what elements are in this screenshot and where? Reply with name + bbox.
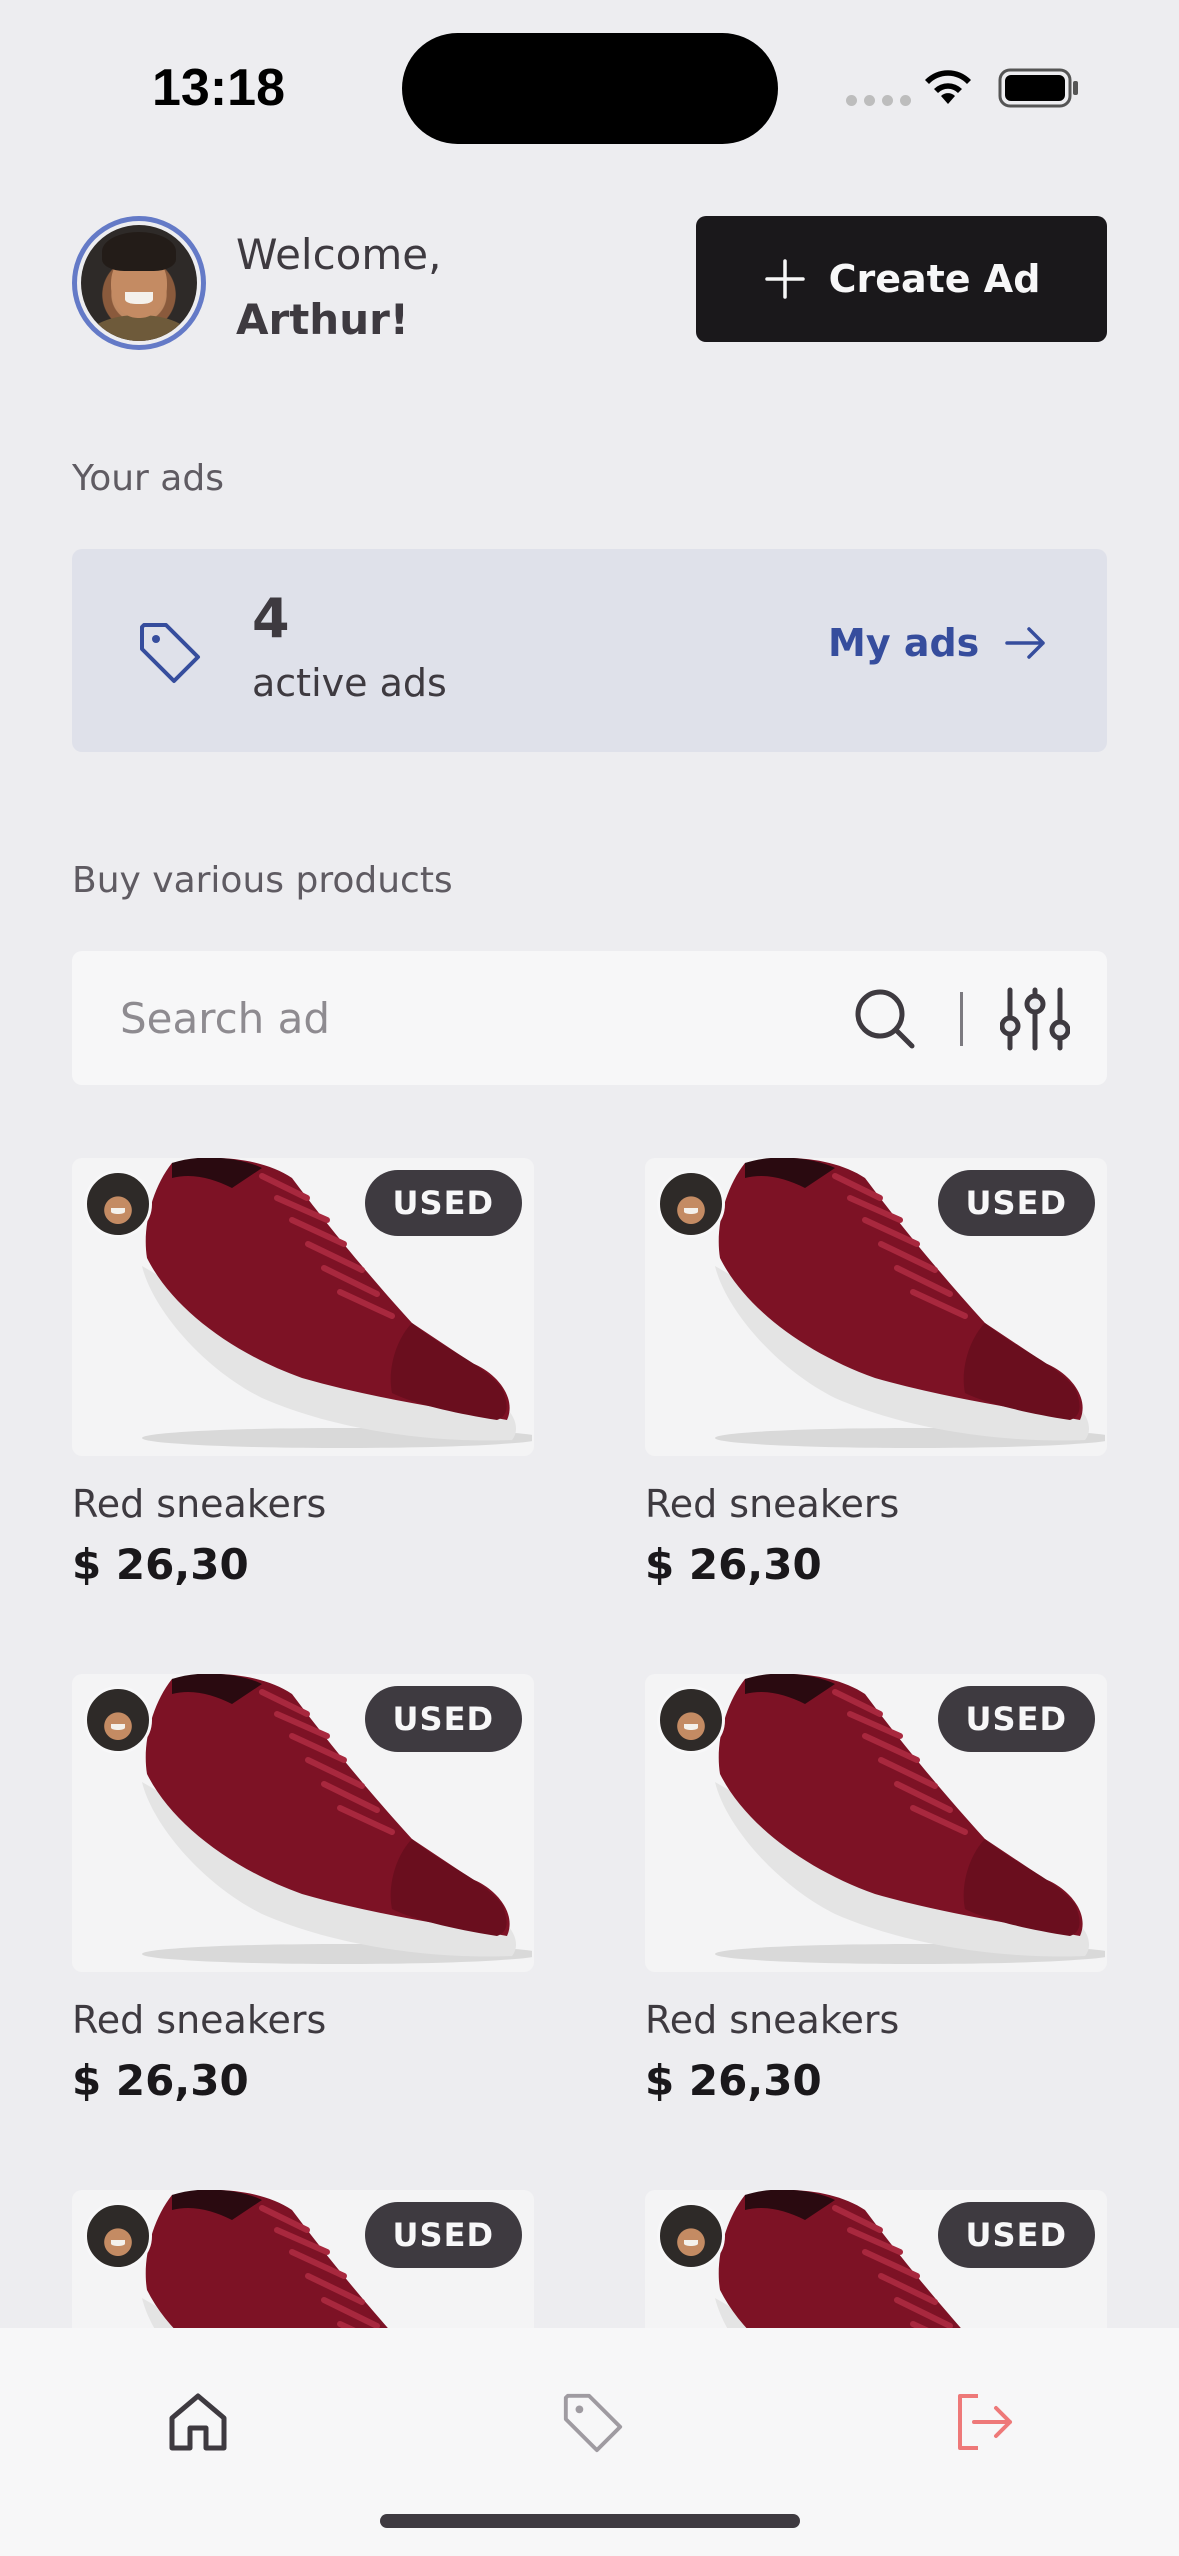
active-ads-label: active ads bbox=[252, 661, 447, 705]
seller-avatar bbox=[84, 1686, 152, 1754]
product-name: Red sneakers bbox=[645, 1482, 900, 1526]
battery-icon bbox=[998, 68, 1078, 108]
condition-badge: USED bbox=[937, 1686, 1095, 1752]
product-name: Red sneakers bbox=[72, 1482, 327, 1526]
product-card[interactable]: USED Red sneakers $ 26,30 bbox=[645, 1674, 1107, 2105]
active-ads-card[interactable]: 4 active ads My ads bbox=[72, 549, 1107, 752]
welcome-message: Welcome, Arthur! bbox=[236, 222, 441, 352]
home-icon[interactable] bbox=[166, 2390, 230, 2454]
search-icon[interactable] bbox=[852, 986, 918, 1052]
product-price: $ 26,30 bbox=[645, 1540, 822, 1589]
seller-avatar bbox=[657, 1686, 725, 1754]
product-image: USED bbox=[72, 1158, 534, 1456]
cellular-signal-icon bbox=[846, 95, 911, 106]
user-photo bbox=[81, 225, 197, 341]
active-ads-count: 4 bbox=[252, 587, 290, 650]
seller-avatar bbox=[84, 2202, 152, 2270]
user-avatar[interactable] bbox=[72, 216, 206, 350]
search-box bbox=[72, 951, 1107, 1085]
condition-badge: USED bbox=[364, 1686, 522, 1752]
product-name: Red sneakers bbox=[645, 1998, 900, 2042]
create-ad-label: Create Ad bbox=[828, 257, 1041, 301]
your-ads-heading: Your ads bbox=[72, 458, 224, 499]
plus-icon bbox=[764, 259, 805, 299]
seller-avatar bbox=[657, 2202, 725, 2270]
condition-badge: USED bbox=[364, 2202, 522, 2268]
product-image: USED bbox=[645, 1674, 1107, 1972]
product-card[interactable]: USED Red sneakers $ 26,30 bbox=[72, 1158, 534, 1589]
seller-avatar bbox=[84, 1170, 152, 1238]
product-price: $ 26,30 bbox=[645, 2056, 822, 2105]
create-ad-button[interactable]: Create Ad bbox=[696, 216, 1107, 342]
search-input[interactable] bbox=[120, 985, 820, 1051]
product-image: USED bbox=[645, 1158, 1107, 1456]
product-price: $ 26,30 bbox=[72, 2056, 249, 2105]
product-card[interactable]: USED Red sneakers $ 26,30 bbox=[72, 1674, 534, 2105]
tag-icon bbox=[140, 623, 200, 683]
status-bar: 13:18 bbox=[0, 0, 1179, 150]
product-card[interactable]: USED Red sneakers $ 26,30 bbox=[645, 1158, 1107, 1589]
status-time: 13:18 bbox=[152, 59, 285, 117]
product-image: USED bbox=[72, 1674, 534, 1972]
seller-avatar bbox=[657, 1170, 725, 1238]
home-indicator bbox=[380, 2514, 800, 2528]
product-name: Red sneakers bbox=[72, 1998, 327, 2042]
arrow-right-icon bbox=[1005, 627, 1046, 659]
tag-icon[interactable] bbox=[560, 2390, 626, 2456]
dynamic-island bbox=[402, 33, 778, 144]
search-divider bbox=[960, 992, 963, 1046]
product-price: $ 26,30 bbox=[72, 1540, 249, 1589]
sign-out-icon[interactable] bbox=[952, 2390, 1016, 2454]
browse-heading: Buy various products bbox=[72, 860, 453, 901]
greeting-text: Welcome, bbox=[236, 230, 442, 279]
filter-icon[interactable] bbox=[1000, 986, 1070, 1052]
wifi-icon bbox=[925, 70, 971, 104]
condition-badge: USED bbox=[364, 1170, 522, 1236]
condition-badge: USED bbox=[937, 2202, 1095, 2268]
my-ads-label: My ads bbox=[828, 621, 980, 665]
user-name: Arthur! bbox=[236, 295, 409, 344]
my-ads-link[interactable]: My ads bbox=[828, 621, 1049, 665]
condition-badge: USED bbox=[937, 1170, 1095, 1236]
